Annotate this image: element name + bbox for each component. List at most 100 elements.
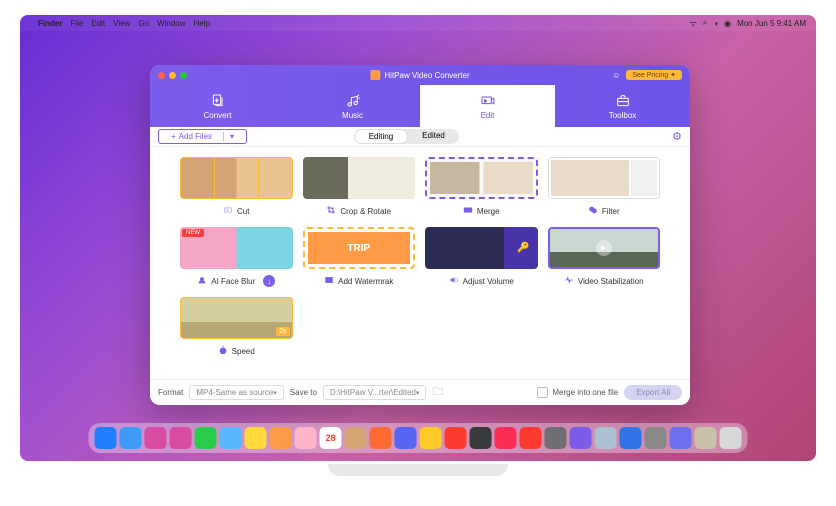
pricing-button[interactable]: See Pricing ✦	[626, 70, 682, 80]
window-title: HitPaw Video Converter	[384, 71, 469, 80]
dock-app-5[interactable]	[220, 427, 242, 449]
menubar-item[interactable]: Window	[157, 19, 185, 28]
tool-label: Cut	[237, 207, 249, 216]
menubar-app[interactable]: Finder	[38, 19, 62, 28]
merge-icon	[463, 205, 473, 217]
tool-cut[interactable]: Cut	[180, 157, 293, 217]
tool-face[interactable]: NEW AI Face Blur ↓	[180, 227, 293, 287]
menubar-item[interactable]: Help	[193, 19, 209, 28]
tool-thumbnail	[303, 227, 416, 269]
tab-edit[interactable]: Edit	[420, 85, 555, 127]
dock-app-23[interactable]	[670, 427, 692, 449]
tool-label: Adjust Volume	[463, 277, 514, 286]
dock-app-6[interactable]	[245, 427, 267, 449]
subtab-editing[interactable]: Editing	[354, 129, 408, 144]
dock-app-24[interactable]	[695, 427, 717, 449]
menubar-item[interactable]: File	[70, 19, 83, 28]
dock-app-0[interactable]	[95, 427, 117, 449]
minimize-button[interactable]	[169, 72, 176, 79]
titlebar: HitPaw Video Converter ☺ See Pricing ✦	[150, 65, 690, 85]
tool-stab[interactable]: Video Stabilization	[548, 227, 661, 287]
format-select[interactable]: MP4-Same as source	[189, 385, 283, 400]
saveto-label: Save to	[290, 388, 317, 397]
tool-label: Add Watermrak	[338, 277, 393, 286]
tool-label: Speed	[232, 347, 255, 356]
dock-app-9[interactable]: 28	[320, 427, 342, 449]
menubar-item[interactable]: Go	[138, 19, 149, 28]
maximize-button[interactable]	[180, 72, 187, 79]
tool-thumbnail	[548, 227, 661, 269]
menubar-item[interactable]: Edit	[91, 19, 105, 28]
tool-thumbnail	[303, 157, 416, 199]
dock-app-25[interactable]	[720, 427, 742, 449]
format-label: Format	[158, 388, 183, 397]
dock-app-16[interactable]	[495, 427, 517, 449]
open-folder-icon[interactable]: 🗀	[432, 383, 443, 402]
add-files-button[interactable]: + Add Files	[158, 129, 247, 144]
merge-checkbox[interactable]: Merge into one file	[537, 387, 618, 398]
settings-icon[interactable]: ⚙	[672, 130, 682, 143]
cut-icon	[223, 205, 233, 217]
tool-label: Crop & Rotate	[340, 207, 391, 216]
dock-app-4[interactable]	[195, 427, 217, 449]
tool-thumbnail: NEW	[180, 227, 293, 269]
control-center-icon[interactable]: ◑	[713, 19, 718, 28]
wifi-icon[interactable]: ᯤ	[689, 18, 696, 29]
download-icon[interactable]: ↓	[263, 275, 275, 287]
new-badge: NEW	[182, 229, 204, 237]
dock-app-7[interactable]	[270, 427, 292, 449]
app-icon	[370, 70, 380, 80]
dock-app-17[interactable]	[520, 427, 542, 449]
tool-filter[interactable]: Filter	[548, 157, 661, 217]
tool-thumbnail	[180, 297, 293, 339]
main-tabs: Convert Music Edit Toolbox	[150, 85, 690, 127]
saveto-select[interactable]: D:\HitPaw V...rter\Edited	[323, 385, 426, 400]
sub-toolbar: + Add Files Editing Edited ⚙	[150, 127, 690, 147]
dock-app-19[interactable]	[570, 427, 592, 449]
tool-speed[interactable]: Speed	[180, 297, 293, 357]
tool-watermark[interactable]: Add Watermrak	[303, 227, 416, 287]
dock-app-2[interactable]	[145, 427, 167, 449]
face-icon	[197, 275, 207, 287]
dock-app-11[interactable]	[370, 427, 392, 449]
close-button[interactable]	[158, 72, 165, 79]
dock-app-3[interactable]	[170, 427, 192, 449]
tab-music[interactable]: Music	[285, 85, 420, 127]
tab-convert[interactable]: Convert	[150, 85, 285, 127]
app-window: HitPaw Video Converter ☺ See Pricing ✦ C…	[150, 65, 690, 405]
dock-app-10[interactable]	[345, 427, 367, 449]
mac-menubar: Finder File Edit View Go Window Help ᯤ ⌕…	[20, 15, 816, 31]
dock-app-1[interactable]	[120, 427, 142, 449]
dock-app-18[interactable]	[545, 427, 567, 449]
dock-app-8[interactable]	[295, 427, 317, 449]
crop-icon	[326, 205, 336, 217]
search-icon[interactable]: ⌕	[703, 18, 707, 28]
siri-icon[interactable]: ◉	[724, 19, 731, 28]
dock-app-12[interactable]	[395, 427, 417, 449]
tool-volume[interactable]: Adjust Volume	[425, 227, 538, 287]
dock-app-20[interactable]	[595, 427, 617, 449]
volume-icon	[449, 275, 459, 287]
export-all-button[interactable]: Export All	[624, 385, 682, 400]
dock-app-21[interactable]	[620, 427, 642, 449]
menubar-datetime[interactable]: Mon Jun 5 9:41 AM	[737, 19, 806, 28]
menubar-item[interactable]: View	[113, 19, 130, 28]
subtab-edited[interactable]: Edited	[408, 129, 459, 144]
dock-app-14[interactable]	[445, 427, 467, 449]
stab-icon	[564, 275, 574, 287]
dock: 28	[89, 423, 748, 453]
dock-app-15[interactable]	[470, 427, 492, 449]
tool-crop[interactable]: Crop & Rotate	[303, 157, 416, 217]
dock-app-22[interactable]	[645, 427, 667, 449]
speed-icon	[218, 345, 228, 357]
watermark-icon	[324, 275, 334, 287]
tab-toolbox[interactable]: Toolbox	[555, 85, 690, 127]
tool-merge[interactable]: Merge	[425, 157, 538, 217]
dock-app-13[interactable]	[420, 427, 442, 449]
tool-label: Merge	[477, 207, 500, 216]
tool-label: AI Face Blur	[211, 277, 255, 286]
account-icon[interactable]: ☺	[612, 71, 620, 80]
tool-thumbnail	[180, 157, 293, 199]
tool-label: Video Stabilization	[578, 277, 644, 286]
tools-grid: Cut Crop & Rotate Merge Filter NEW	[150, 147, 690, 379]
